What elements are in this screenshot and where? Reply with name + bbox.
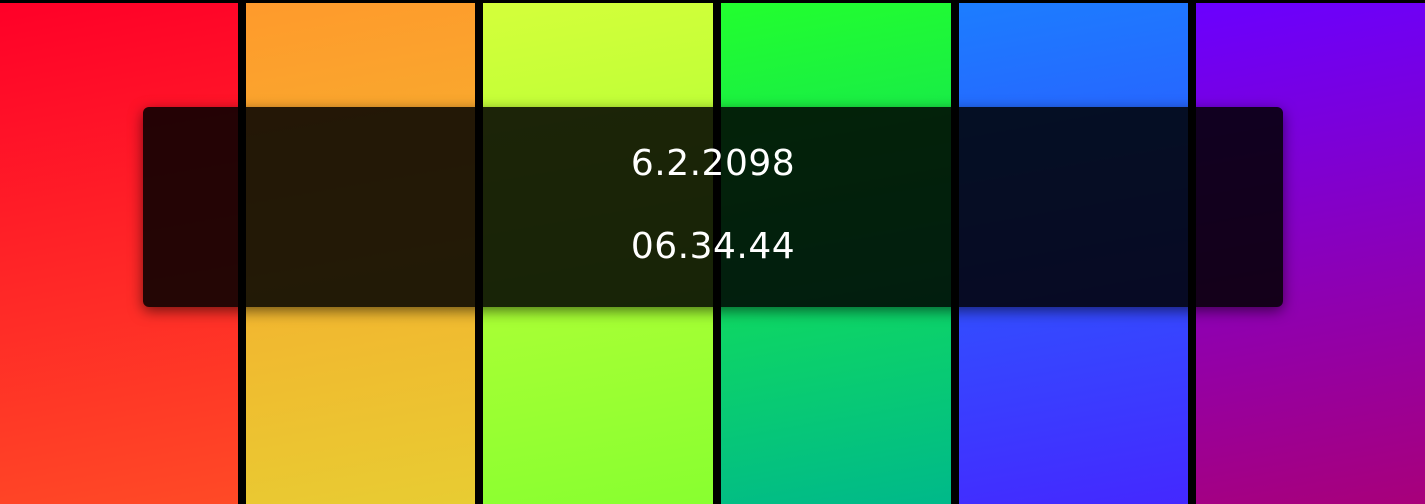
clock-time: 06.34.44: [630, 226, 796, 267]
clock-date: 6.2.2098: [630, 143, 796, 184]
rainbow-clock-screen: 6.2.2098 06.34.44: [0, 0, 1425, 504]
clock-panel: 6.2.2098 06.34.44: [143, 107, 1283, 307]
